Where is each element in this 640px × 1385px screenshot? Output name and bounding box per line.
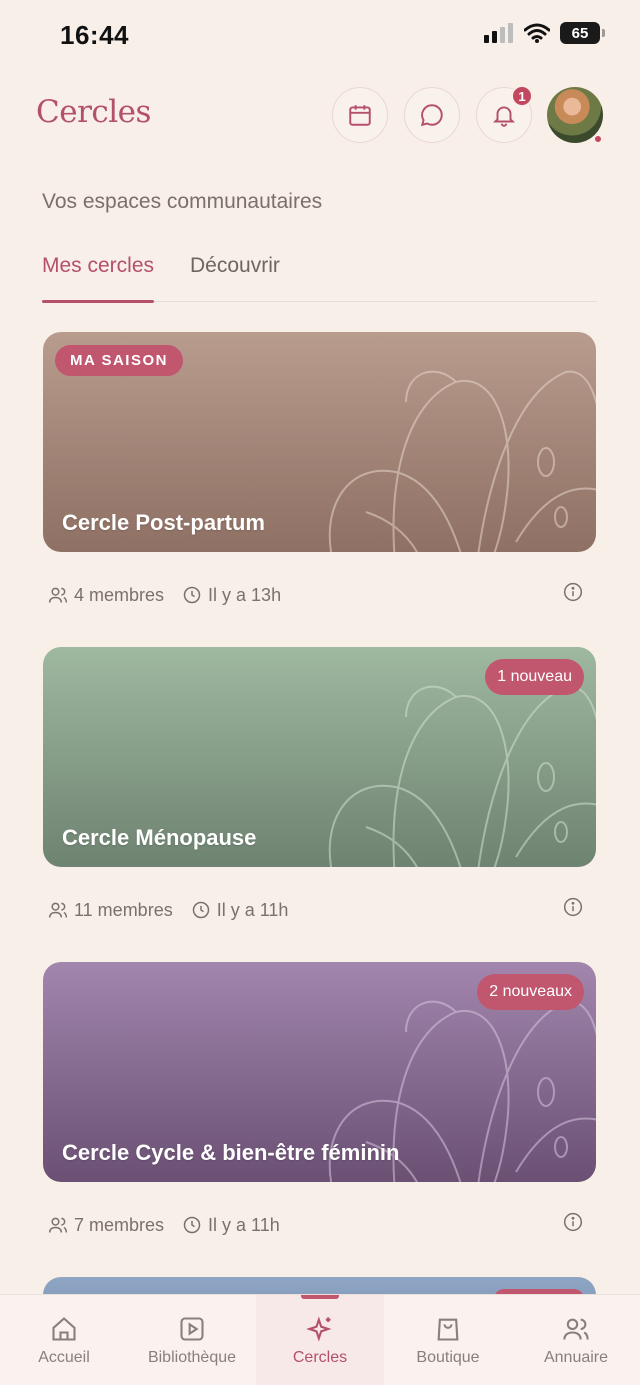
tab-mes-cercles[interactable]: Mes cercles bbox=[42, 254, 154, 278]
calendar-button[interactable] bbox=[332, 87, 388, 143]
nav-label: Boutique bbox=[416, 1349, 480, 1366]
notification-badge: 1 bbox=[511, 85, 533, 107]
users-icon bbox=[48, 587, 68, 603]
nav-item-boutique[interactable]: Boutique bbox=[384, 1295, 512, 1385]
flower-illustration bbox=[328, 370, 596, 552]
battery-indicator: 65 bbox=[560, 22, 605, 44]
chat-bubble-icon bbox=[420, 104, 443, 127]
last-activity: Il y a 11h bbox=[191, 899, 289, 921]
tab-bar: Mes cercles Découvrir bbox=[42, 254, 597, 303]
members-label: 4 membres bbox=[74, 584, 165, 605]
nav-item-annuaire[interactable]: Annuaire bbox=[512, 1295, 640, 1385]
bell-icon bbox=[492, 106, 516, 127]
members-label: 7 membres bbox=[74, 1214, 165, 1235]
sparkles-icon bbox=[306, 1316, 332, 1342]
circle-card-cycle[interactable]: 2 nouveaux Cercle Cycle & bien-être fémi… bbox=[43, 962, 596, 1182]
season-tag: MA SAISON bbox=[55, 345, 183, 376]
last-activity-label: Il y a 11h bbox=[208, 1214, 280, 1235]
page-subtitle: Vos espaces communautaires bbox=[42, 190, 323, 213]
info-icon[interactable] bbox=[563, 1212, 583, 1232]
tab-decouvrir[interactable]: Découvrir bbox=[190, 254, 280, 278]
clock-icon bbox=[192, 901, 209, 919]
bottom-navigation: Accueil Bibliothèque Cercles Boutique An… bbox=[0, 1294, 640, 1385]
circle-card-menopause[interactable]: 1 nouveau Cercle Ménopause bbox=[43, 647, 596, 867]
users-icon bbox=[563, 1318, 589, 1340]
new-posts-badge: 2 nouveaux bbox=[477, 974, 584, 1010]
calendar-icon bbox=[349, 105, 371, 126]
cellular-signal-icon bbox=[484, 23, 513, 43]
active-tab-indicator bbox=[42, 300, 154, 303]
circle-title: Cercle Post-partum bbox=[62, 510, 265, 535]
nav-label: Annuaire bbox=[543, 1349, 609, 1366]
members-count: 7 membres bbox=[48, 1215, 164, 1236]
nav-label: Cercles bbox=[292, 1349, 348, 1366]
notifications-button[interactable]: 1 bbox=[476, 85, 533, 143]
last-activity: Il y a 11h bbox=[182, 1215, 280, 1236]
wifi-icon bbox=[524, 23, 550, 43]
circle-title: Cercle Ménopause bbox=[62, 825, 257, 850]
status-icons: 65 bbox=[484, 22, 605, 44]
users-icon bbox=[48, 902, 68, 918]
clock-icon bbox=[183, 586, 201, 604]
nav-item-bibliotheque[interactable]: Bibliothèque bbox=[128, 1295, 256, 1385]
clock-icon bbox=[183, 1216, 201, 1234]
info-icon[interactable] bbox=[563, 897, 583, 917]
status-bar: 16:44 65 bbox=[0, 0, 640, 72]
last-activity-label: Il y a 13h bbox=[208, 584, 282, 605]
circle-meta-row: 11 membres Il y a 11h bbox=[48, 895, 583, 925]
nav-label: Bibliothèque bbox=[147, 1349, 237, 1366]
nav-label: Accueil bbox=[38, 1349, 90, 1366]
members-label: 11 membres bbox=[74, 899, 173, 920]
avatar-status-dot bbox=[593, 134, 603, 144]
members-count: 4 membres bbox=[48, 585, 164, 606]
last-activity-label: Il y a 11h bbox=[216, 899, 289, 920]
messages-button[interactable] bbox=[404, 87, 460, 143]
status-time: 16:44 bbox=[60, 20, 129, 50]
users-icon bbox=[48, 1217, 68, 1233]
info-icon[interactable] bbox=[563, 582, 583, 602]
last-activity: Il y a 13h bbox=[182, 585, 281, 606]
home-icon bbox=[52, 1317, 76, 1341]
new-posts-badge: 1 nouveau bbox=[485, 659, 584, 695]
circle-meta-row: 4 membres Il y a 13h bbox=[48, 580, 583, 610]
shopping-bag-icon bbox=[437, 1318, 459, 1341]
play-square-icon bbox=[180, 1317, 204, 1341]
circle-title: Cercle Cycle & bien-être féminin bbox=[62, 1140, 400, 1165]
app-title: Cercles bbox=[36, 94, 151, 130]
circle-card-post-partum[interactable]: MA SAISON Cercle Post-partum bbox=[43, 332, 596, 552]
members-count: 11 membres bbox=[48, 900, 173, 921]
nav-item-cercles[interactable]: Cercles bbox=[256, 1295, 384, 1385]
circle-meta-row: 7 membres Il y a 11h bbox=[48, 1210, 583, 1240]
nav-item-accueil[interactable]: Accueil bbox=[0, 1295, 128, 1385]
